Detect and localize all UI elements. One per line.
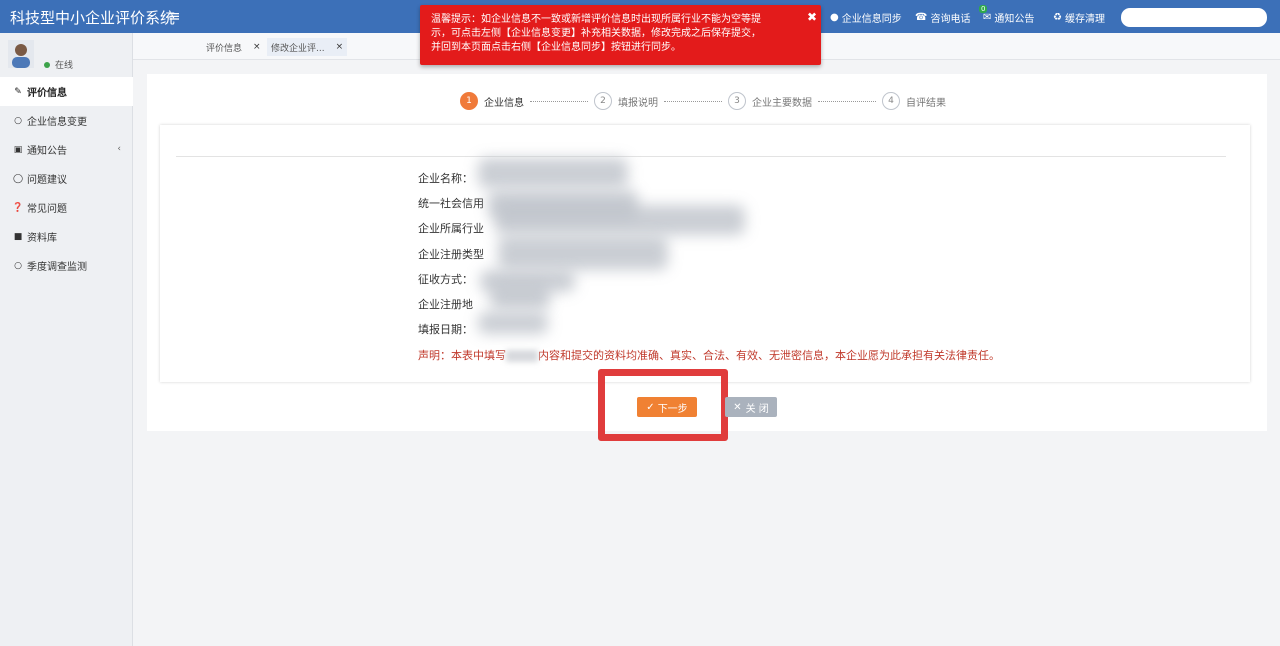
wizard-steps: 1 企业信息 2 填报说明 3 企业主要数据 4 自评结果: [460, 90, 946, 112]
tab-label: 修改企业评...: [271, 43, 325, 54]
app-title: 科技型中小企业评价系统: [10, 9, 176, 27]
sidebar-item-faq[interactable]: ❓ 常见问题: [0, 193, 133, 222]
circle-icon: ○: [14, 260, 22, 271]
phone-icon: ☎: [915, 12, 928, 23]
step-number: 3: [728, 92, 746, 110]
sidebar-item-label: 常见问题: [27, 204, 67, 215]
sidebar-item-company-change[interactable]: ○ 企业信息变更: [0, 106, 133, 135]
envelope-icon: ✉: [983, 12, 992, 23]
divider: [176, 156, 1226, 157]
notice-label: 通知公告: [994, 14, 1035, 25]
folder-icon: ■: [13, 231, 23, 242]
field-industry-label: 企业所属行业: [418, 222, 484, 235]
step-number: 4: [882, 92, 900, 110]
sidebar-item-library[interactable]: ■ 资料库: [0, 222, 133, 251]
step-label: 企业信息: [484, 97, 524, 109]
step-label: 填报说明: [618, 97, 658, 109]
sidebar-item-label: 企业信息变更: [27, 117, 87, 128]
sidebar-item-label: 评价信息: [27, 88, 67, 99]
user-icon: ●: [830, 12, 839, 23]
online-dot-icon: [44, 61, 50, 68]
close-icon: ✕: [733, 401, 742, 413]
online-status: 在线: [44, 58, 73, 71]
sidebar-item-label: 问题建议: [27, 175, 67, 186]
redacted-value: [506, 350, 538, 362]
tab-edit-evaluation[interactable]: 修改企业评... ×: [267, 38, 348, 56]
avatar: [8, 40, 34, 68]
step-label: 自评结果: [906, 97, 946, 109]
inbox-icon: ▣: [13, 144, 23, 155]
redacted-value: [478, 158, 628, 188]
step-main-data[interactable]: 3 企业主要数据: [728, 92, 812, 110]
chevron-left-icon: ‹: [117, 144, 121, 154]
notice-badge: 0: [979, 5, 988, 13]
sidebar-item-label: 通知公告: [27, 146, 67, 157]
circle-icon: ○: [14, 115, 22, 126]
sidebar-item-notices[interactable]: ▣ 通知公告 ‹: [0, 135, 133, 164]
field-credit-code-label: 统一社会信用: [418, 197, 484, 210]
question-icon: ❓: [12, 202, 24, 213]
next-step-label: 下一步: [657, 403, 688, 415]
sidebar-item-suggestions[interactable]: ◯ 问题建议: [0, 164, 133, 193]
toast-line: 并回到本页面点击右侧【企业信息同步】按钮进行同步。: [431, 42, 681, 53]
tab-label: 评价信息: [206, 43, 243, 54]
toast-line: 温馨提示：如企业信息不一致或新增评价信息时出现所属行业不能为空等提: [431, 14, 761, 25]
close-icon[interactable]: ×: [253, 42, 261, 52]
sidebar-item-evaluation[interactable]: ✎ 评价信息: [0, 77, 133, 106]
menu-toggle-icon[interactable]: ≡: [168, 7, 181, 25]
sidebar-item-label: 季度调查监测: [27, 262, 87, 273]
clear-cache-label: 缓存清理: [1064, 14, 1105, 25]
next-step-button[interactable]: ✓ 下一步: [637, 397, 697, 417]
sidebar-item-quarterly-survey[interactable]: ○ 季度调查监测: [0, 251, 133, 280]
top-links: ● 企业信息同步: [830, 10, 902, 25]
step-number: 2: [594, 92, 612, 110]
redacted-value: [498, 236, 668, 270]
user-panel: 在线: [0, 33, 133, 77]
step-connector: [664, 100, 722, 102]
field-company-name-label: 企业名称：: [418, 172, 473, 185]
notice-link[interactable]: 0 ✉ 通知公告: [979, 5, 1035, 25]
toast-close-icon[interactable]: ✖: [807, 10, 817, 24]
declaration-prefix: 声明：本表中填写: [418, 349, 506, 362]
field-registration-type-label: 企业注册类型: [418, 248, 484, 261]
sync-company-info-label: 企业信息同步: [841, 14, 902, 25]
close-icon[interactable]: ×: [336, 42, 344, 52]
user-account-menu[interactable]: [1121, 8, 1267, 27]
step-number: 1: [460, 92, 478, 110]
redacted-value: [490, 284, 550, 310]
hotline-link[interactable]: ☎ 咨询电话: [915, 10, 970, 25]
hotline-label: 咨询电话: [930, 14, 971, 25]
field-registered-address-label: 企业注册地: [418, 298, 473, 311]
sync-company-info-link[interactable]: ● 企业信息同步: [830, 10, 902, 25]
comment-icon: ◯: [12, 173, 24, 184]
tab-evaluation[interactable]: 评价信息 ×: [206, 38, 261, 56]
step-label: 企业主要数据: [752, 97, 812, 109]
field-fill-date-label: 填报日期：: [418, 323, 473, 336]
online-status-label: 在线: [55, 61, 74, 71]
clear-cache-link[interactable]: ♻ 缓存清理: [1053, 10, 1105, 25]
step-company-info[interactable]: 1 企业信息: [460, 92, 524, 110]
warning-toast: 温馨提示：如企业信息不一致或新增评价信息时出现所属行业不能为空等提 示，可点击左…: [420, 5, 821, 65]
step-self-assessment[interactable]: 4 自评结果: [882, 92, 946, 110]
step-connector: [530, 100, 588, 102]
field-tax-method-label: 征收方式：: [418, 273, 473, 286]
sidebar: 在线 ✎ 评价信息 ○ 企业信息变更 ▣ 通知公告 ‹ ◯ 问题建议 ❓ 常见问…: [0, 33, 133, 646]
close-button[interactable]: ✕ 关 闭: [725, 397, 777, 417]
declaration-text: 声明：本表中填写 内容和提交的资料均准确、真实、合法、有效、无泄密信息，本企业愿为…: [418, 347, 1000, 363]
redacted-value: [478, 312, 548, 334]
step-instructions[interactable]: 2 填报说明: [594, 92, 658, 110]
edit-icon: ✎: [14, 86, 22, 97]
sidebar-item-label: 资料库: [27, 233, 57, 244]
declaration-suffix: 内容和提交的资料均准确、真实、合法、有效、无泄密信息，本企业愿为此承担有关法律责…: [538, 349, 1000, 362]
step-connector: [818, 100, 876, 102]
company-info-card: [160, 125, 1250, 382]
check-circle-icon: ✓: [646, 401, 655, 413]
redacted-value: [495, 205, 745, 235]
close-button-label: 关 闭: [745, 403, 769, 415]
sidebar-nav: ✎ 评价信息 ○ 企业信息变更 ▣ 通知公告 ‹ ◯ 问题建议 ❓ 常见问题 ■…: [0, 77, 133, 280]
toast-line: 示，可点击左侧【企业信息变更】补充相关数据，修改完成之后保存提交，: [431, 28, 761, 39]
recycle-icon: ♻: [1053, 12, 1062, 23]
